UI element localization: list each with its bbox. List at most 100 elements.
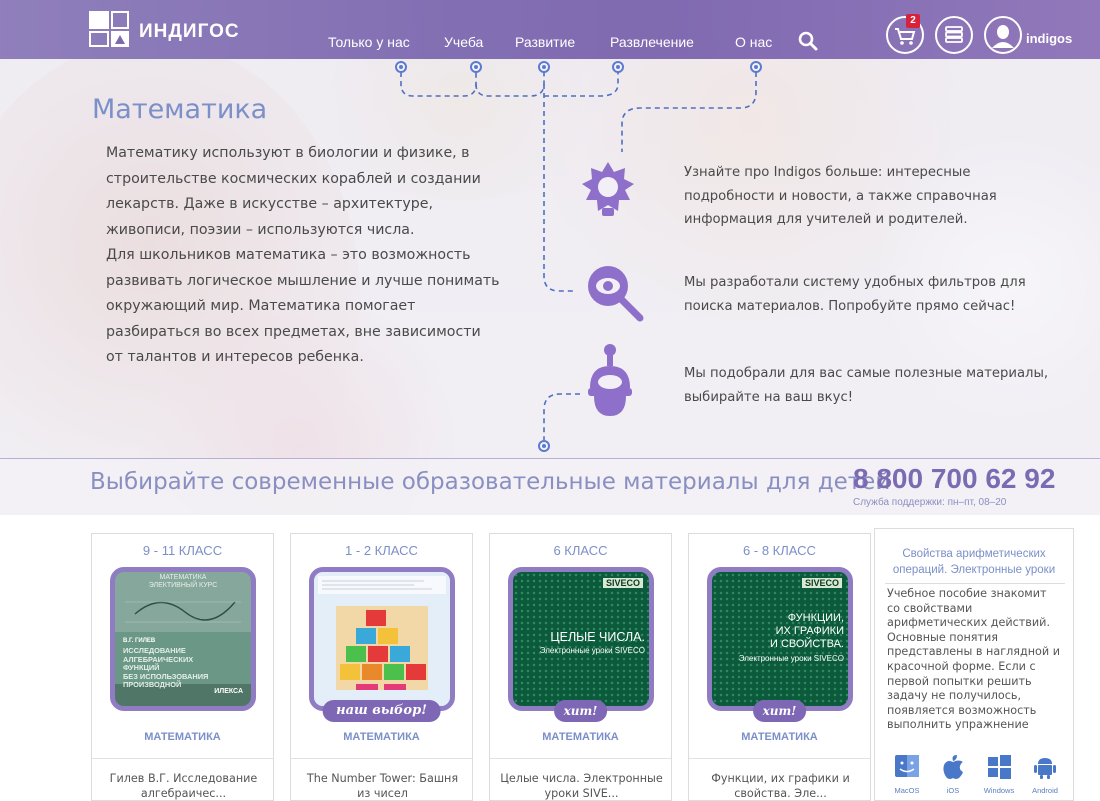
user-avatar-icon bbox=[992, 25, 1014, 48]
card-desc-line: Гилев В.Г. Исследование bbox=[109, 772, 258, 785]
windows-icon bbox=[988, 755, 1011, 779]
card-description[interactable]: Функции, их графики и свойства. Эле... bbox=[697, 771, 864, 801]
product-card[interactable]: 9 - 11 КЛАСС МАТЕМАТИКА ЭЛЕКТИВНЫЙ КУРС … bbox=[91, 533, 274, 801]
search-icon[interactable] bbox=[797, 30, 819, 52]
panel-title[interactable]: Свойства арифметических операций. Электр… bbox=[875, 546, 1073, 578]
card-desc-line: Целые числа. Электронные bbox=[500, 772, 663, 785]
apple-icon bbox=[943, 755, 963, 779]
card-description[interactable]: Гилев В.Г. Исследование алгебраичес... bbox=[100, 771, 267, 801]
panel-text-line: представлены в наглядной и bbox=[887, 645, 1060, 659]
support-phone[interactable]: 8 800 700 62 92 bbox=[853, 463, 1055, 495]
intro-text: Математику используют в биологии и физик… bbox=[106, 141, 526, 371]
feature-line: Мы подобрали для вас самые полезные мате… bbox=[684, 366, 1049, 381]
panel-text-line: красочной форме. Если с bbox=[887, 659, 1036, 673]
card-desc-line: уроки SIVE... bbox=[544, 787, 619, 800]
card-divider bbox=[490, 758, 671, 759]
book-series: МАТЕМАТИКА bbox=[159, 574, 207, 581]
panel-divider bbox=[885, 583, 1065, 584]
feature-line: информация для учителей и родителей. bbox=[684, 212, 968, 227]
platform-ios[interactable]: iOS bbox=[931, 754, 975, 795]
cover-title-line: ИХ ГРАФИКИ bbox=[775, 625, 844, 637]
card-divider bbox=[291, 758, 472, 759]
card-subject[interactable]: МАТЕМАТИКА bbox=[92, 731, 273, 743]
platform-macos[interactable]: MacOS bbox=[885, 754, 929, 795]
platform-label: MacOS bbox=[894, 786, 920, 795]
finder-icon bbox=[895, 755, 919, 777]
siveco-logo: SIVECO bbox=[801, 578, 842, 588]
intro-line: окружающий мир. Математика помогает bbox=[106, 298, 416, 314]
profile-button[interactable] bbox=[984, 16, 1022, 54]
nav-only-with-us[interactable]: Только у нас bbox=[328, 34, 410, 50]
card-subject[interactable]: МАТЕМАТИКА bbox=[490, 731, 671, 743]
cover-subtitle: Электронные уроки SIVECO bbox=[738, 654, 844, 663]
card-divider bbox=[689, 758, 870, 759]
nav-development[interactable]: Развитие bbox=[515, 34, 575, 50]
intro-line: Для школьников математика – это возможно… bbox=[106, 247, 471, 263]
card-subject[interactable]: МАТЕМАТИКА bbox=[291, 731, 472, 743]
panel-text-line: первой попытки решить bbox=[887, 674, 1032, 688]
stack-books-icon bbox=[945, 26, 963, 43]
card-desc-line: свойства. Эле... bbox=[734, 787, 827, 800]
page-title: Математика bbox=[92, 94, 268, 125]
panel-description: Учебное пособие знакомит со свойствами а… bbox=[887, 587, 1067, 733]
intro-line: разбираться во всех предметах, вне завис… bbox=[106, 323, 481, 340]
card-desc-line: Функции, их графики и bbox=[711, 772, 850, 785]
card-grade: 6 - 8 КЛАСС bbox=[743, 543, 816, 558]
product-card[interactable]: 1 - 2 КЛАСС наш выбор! МАТЕМАТИКА The Nu… bbox=[290, 533, 473, 801]
product-card[interactable]: 6 - 8 КЛАСС SIVECO ФУНКЦИИ, ИХ ГРАФИКИ И… bbox=[688, 533, 871, 801]
book-author: В.Г. ГИЛЕВ bbox=[123, 638, 156, 644]
platform-label: Windows bbox=[983, 786, 1015, 795]
feature-line: поиска материалов. Попробуйте прямо сейч… bbox=[684, 298, 1016, 314]
feature-line: выбирайте на ваш вкус! bbox=[684, 389, 853, 405]
logo-mark-icon bbox=[89, 11, 133, 47]
library-button[interactable] bbox=[935, 16, 973, 54]
platform-windows[interactable]: Windows bbox=[977, 754, 1021, 795]
card-desc-line: из чисел bbox=[357, 787, 408, 800]
support-hours: Служба поддержки: пн–пт, 08–20 bbox=[853, 497, 1007, 508]
cover-title-line: И СВОЙСТВА. bbox=[769, 638, 844, 650]
robot-icon[interactable] bbox=[582, 342, 638, 422]
intro-line: от талантов и интересов ребенка. bbox=[106, 349, 364, 365]
functions-cover-image[interactable]: SIVECO ФУНКЦИИ, ИХ ГРАФИКИ И СВОЙСТВА. Э… bbox=[707, 567, 853, 711]
lightbulb-icon[interactable] bbox=[578, 158, 638, 226]
intro-line: живописи, поэзии – используются числа. bbox=[106, 221, 415, 238]
card-subject[interactable]: МАТЕМАТИКА bbox=[689, 731, 870, 743]
panel-text-line: Учебное пособие знакомит bbox=[887, 587, 1047, 600]
cover-title-line: ФУНКЦИИ, bbox=[787, 612, 844, 624]
nav-study[interactable]: Учеба bbox=[444, 34, 483, 50]
card-desc-line: The Number Tower: Башня bbox=[306, 772, 459, 785]
nav-about[interactable]: О нас bbox=[735, 34, 772, 50]
number-tower-art bbox=[314, 572, 450, 706]
cover-title: ЦЕЛЫЕ ЧИСЛА. bbox=[550, 630, 645, 644]
card-grade: 1 - 2 КЛАСС bbox=[345, 543, 418, 558]
integers-cover-image[interactable]: SIVECO ЦЕЛЫЕ ЧИСЛА. Электронные уроки SI… bbox=[508, 567, 654, 711]
card-grade: 6 КЛАСС bbox=[553, 543, 608, 558]
panel-title-line: Свойства арифметических bbox=[902, 548, 1046, 560]
panel-text-line: появляется возможность bbox=[887, 703, 1037, 717]
panel-title-line: операций. Электронные уроки bbox=[892, 564, 1056, 576]
platform-android[interactable]: Android bbox=[1023, 754, 1067, 795]
book-cover-image[interactable]: МАТЕМАТИКА ЭЛЕКТИВНЫЙ КУРС В.Г. ГИЛЕВ ИС… bbox=[110, 567, 256, 711]
card-grade: 9 - 11 КЛАСС bbox=[142, 543, 223, 558]
panel-text-line: арифметических действий. bbox=[887, 616, 1050, 630]
cover-subtitle: Электронные уроки SIVECO bbox=[539, 646, 645, 655]
platform-label: iOS bbox=[946, 786, 960, 795]
card-description[interactable]: The Number Tower: Башня из чисел bbox=[299, 771, 466, 801]
logo[interactable]: ИНДИГОС bbox=[89, 11, 240, 47]
card-description[interactable]: Целые числа. Электронные уроки SIVE... bbox=[498, 771, 665, 801]
hit-ribbon: хит! bbox=[553, 700, 608, 722]
our-choice-ribbon: наш выбор! bbox=[322, 700, 441, 722]
card-divider bbox=[92, 758, 273, 759]
book-title-line: ПРОИЗВОДНОЙ bbox=[123, 680, 182, 689]
product-detail-panel: Свойства арифметических операций. Электр… bbox=[874, 528, 1074, 801]
number-tower-image[interactable] bbox=[309, 567, 455, 711]
magnifier-eye-icon[interactable] bbox=[584, 262, 646, 324]
username-link[interactable]: indigos bbox=[1026, 31, 1072, 46]
feature-about: Узнайте про Indigos больше: интересные п… bbox=[684, 161, 1054, 232]
nav-entertainment[interactable]: Развлечение bbox=[610, 34, 694, 50]
intro-line: строительстве космических кораблей и соз… bbox=[106, 170, 481, 187]
feature-line: Узнайте про Indigos больше: интересные bbox=[684, 165, 971, 180]
product-card[interactable]: 6 КЛАСС SIVECO ЦЕЛЫЕ ЧИСЛА. Электронные … bbox=[489, 533, 672, 801]
book-series-sub: ЭЛЕКТИВНЫЙ КУРС bbox=[148, 582, 218, 589]
feature-line: подробности и новости, а также справочна… bbox=[684, 188, 997, 204]
